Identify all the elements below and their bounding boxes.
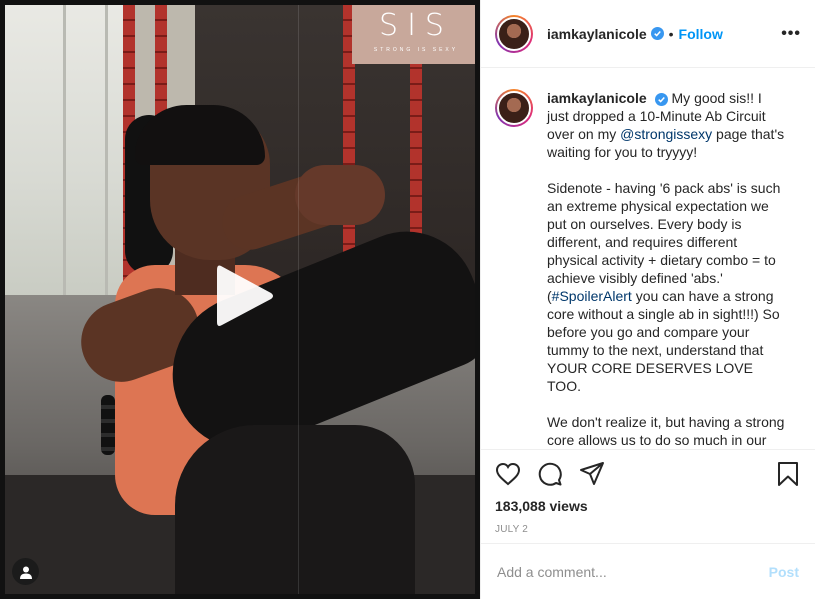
view-count[interactable]: 183,088 views [495, 498, 799, 514]
action-icons [495, 460, 799, 488]
caption-avatar[interactable] [495, 89, 533, 127]
caption-row: iamkaylanicole My good sis!! I just drop… [495, 89, 799, 449]
more-options-icon[interactable]: ••• [781, 25, 801, 43]
caption-username[interactable]: iamkaylanicole [547, 90, 647, 106]
hashtag-link[interactable]: #SpoilerAlert [552, 288, 632, 304]
action-bar: 183,088 views JULY 2 [481, 449, 815, 535]
caption-paragraph-3: We don't realize it, but having a strong… [547, 414, 785, 448]
background-window [5, 5, 125, 295]
post-date[interactable]: JULY 2 [495, 524, 799, 535]
comment-input[interactable] [497, 563, 769, 580]
caption-text: iamkaylanicole My good sis!! I just drop… [547, 89, 787, 449]
post-comment-button[interactable]: Post [769, 564, 799, 580]
header-username[interactable]: iamkaylanicole [547, 26, 647, 42]
follow-button[interactable]: Follow [679, 26, 723, 42]
avatar[interactable] [495, 14, 533, 53]
separator-dot: • [668, 25, 674, 42]
post-header: iamkaylanicole • Follow ••• [481, 0, 815, 68]
comment-form: Post [481, 543, 815, 599]
sis-logo-text: SIS [379, 8, 453, 43]
sis-logo-tagline: STRONG IS SEXY [373, 47, 459, 53]
person-hands [295, 165, 385, 225]
video-seam [298, 5, 299, 594]
like-heart-icon[interactable] [495, 462, 521, 486]
play-icon[interactable] [213, 262, 275, 330]
post-panel: iamkaylanicole • Follow ••• iamkaylanico… [480, 0, 815, 599]
person-silhouette-icon [19, 566, 32, 579]
caption-text-2a: Sidenote - having '6 pack abs' is such a… [547, 180, 781, 304]
mention-link[interactable]: @strongissexy [620, 126, 712, 142]
sis-logo: SIS STRONG IS SEXY [352, 0, 480, 64]
caption-paragraph-1: iamkaylanicole My good sis!! I just drop… [547, 89, 787, 161]
verified-badge-icon [650, 27, 664, 40]
caption-paragraph-2: Sidenote - having '6 pack abs' is such a… [547, 179, 787, 395]
caption-scroll-area[interactable]: iamkaylanicole My good sis!! I just drop… [481, 69, 815, 449]
video-player[interactable]: SIS STRONG IS SEXY [0, 0, 480, 599]
person-leg-lower [175, 425, 415, 594]
bookmark-icon[interactable] [777, 461, 799, 487]
verified-badge-icon [654, 92, 668, 106]
braid [101, 395, 115, 455]
user-icon[interactable] [12, 558, 39, 585]
comment-icon[interactable] [537, 461, 563, 487]
share-icon[interactable] [579, 461, 605, 487]
